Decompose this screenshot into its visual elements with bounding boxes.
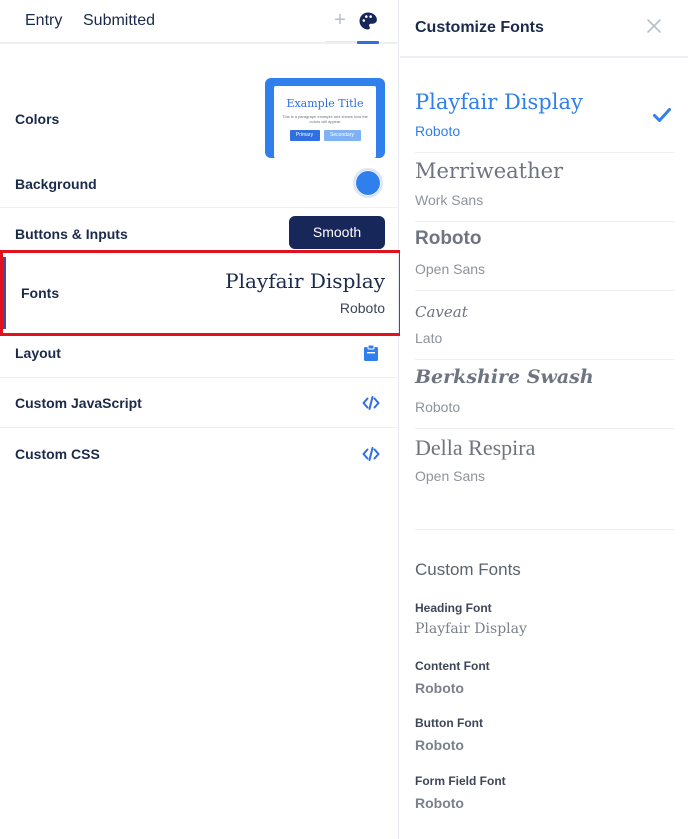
form-field-font-value[interactable]: Roboto (415, 795, 675, 811)
content-font-label: Content Font (415, 659, 490, 673)
color-preview-card[interactable]: Example Title This is a paragraph exampl… (265, 78, 385, 158)
font-option-body: Roboto (415, 399, 461, 415)
colors-setting[interactable]: Colors Example Title This is a paragraph… (0, 44, 399, 164)
close-icon[interactable] (646, 18, 662, 34)
code-icon (362, 447, 380, 461)
custom-css-label: Custom CSS (15, 446, 100, 462)
customize-fonts-panel: Customize Fonts Playfair Display Roboto … (400, 0, 688, 839)
font-option[interactable]: Caveat Lato (415, 291, 675, 360)
font-option[interactable]: Della Respira Open Sans (415, 429, 675, 498)
settings-panel: Entry Submitted + Colors Example Title T… (0, 0, 402, 839)
custom-javascript-setting[interactable]: Custom JavaScript (0, 378, 399, 428)
background-setting[interactable]: Background (0, 158, 399, 208)
form-field-font-label: Form Field Font (415, 774, 506, 788)
heading-font-label: Heading Font (415, 601, 492, 615)
custom-css-setting[interactable]: Custom CSS (0, 428, 399, 478)
background-label: Background (15, 176, 97, 192)
clipboard-icon (364, 344, 378, 361)
background-color-swatch[interactable] (353, 168, 383, 198)
preview-secondary-button: Secondary (323, 130, 361, 141)
font-option[interactable]: Berkshire Swash Roboto (415, 360, 675, 429)
font-option-body: Lato (415, 330, 443, 346)
font-option[interactable]: Roboto Open Sans (415, 222, 675, 291)
buttons-inputs-label: Buttons & Inputs (15, 226, 128, 242)
custom-fonts-title: Custom Fonts (415, 560, 521, 579)
font-option-heading: Della Respira (415, 435, 536, 460)
fonts-body-value: Roboto (339, 300, 385, 316)
panel-header: Customize Fonts (400, 0, 688, 58)
fonts-label: Fonts (21, 285, 60, 301)
colors-label: Colors (15, 111, 60, 127)
add-tab-icon[interactable]: + (332, 8, 348, 32)
layout-setting[interactable]: Layout (0, 336, 399, 378)
font-option[interactable]: Playfair Display Roboto (415, 84, 675, 153)
font-option-body: Work Sans (415, 192, 484, 208)
custom-javascript-label: Custom JavaScript (15, 395, 142, 411)
form-field-font-field[interactable]: Form Field Font Roboto (415, 774, 675, 811)
layout-label: Layout (15, 345, 61, 361)
tab-submitted[interactable]: Submitted (83, 12, 155, 30)
code-icon (362, 396, 380, 410)
heading-font-value[interactable]: Playfair Display (415, 621, 675, 637)
button-font-value[interactable]: Roboto (415, 737, 675, 753)
preview-primary-button: Primary (289, 130, 320, 141)
palette-icon[interactable] (358, 11, 378, 31)
content-font-field[interactable]: Content Font Roboto (415, 659, 675, 696)
divider (415, 529, 675, 530)
button-font-field[interactable]: Button Font Roboto (415, 716, 675, 753)
fonts-setting[interactable]: Fonts Playfair Display Roboto (0, 250, 402, 336)
font-option-body: Open Sans (415, 261, 486, 277)
heading-font-field[interactable]: Heading Font Playfair Display (415, 601, 675, 637)
font-option-heading: Caveat (415, 303, 468, 321)
button-font-label: Button Font (415, 716, 483, 730)
panel-title: Customize Fonts (415, 19, 544, 36)
tab-divider (325, 41, 357, 42)
font-option-heading: Playfair Display (415, 90, 583, 114)
font-option-body: Roboto (415, 123, 461, 139)
checkmark-icon (653, 108, 671, 122)
font-option-heading: Roboto (415, 228, 482, 249)
preview-buttons: Primary Secondary (274, 130, 376, 141)
font-option-body: Open Sans (415, 468, 486, 484)
font-option-heading: Merriweather (415, 159, 564, 183)
font-option[interactable]: Merriweather Work Sans (415, 153, 675, 222)
preview-paragraph: This is a paragraph example and shows ho… (282, 114, 368, 124)
tab-entry[interactable]: Entry (25, 12, 62, 30)
color-preview-content: Example Title This is a paragraph exampl… (274, 86, 376, 158)
preview-title: Example Title (286, 97, 364, 110)
tab-bar: Entry Submitted + (0, 0, 399, 44)
button-style-smooth[interactable]: Smooth (289, 216, 385, 249)
font-option-heading: Berkshire Swash (415, 366, 594, 388)
content-font-value[interactable]: Roboto (415, 680, 675, 696)
fonts-heading-value: Playfair Display (225, 269, 385, 293)
selected-row-indicator (3, 257, 6, 329)
